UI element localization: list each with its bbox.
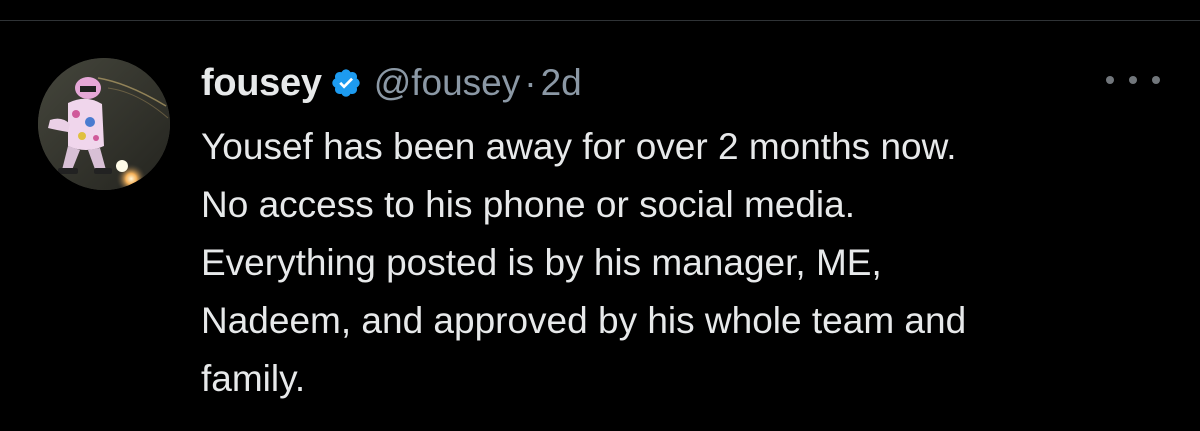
tweet-text-line: family. [201, 358, 306, 399]
ellipsis-dot [1152, 76, 1160, 84]
tweet-text-line: Nadeem, and approved by his whole team a… [201, 300, 967, 341]
more-options-ellipsis-icon[interactable] [1106, 65, 1160, 95]
avatar[interactable] [38, 58, 170, 190]
tweet-text-line: Everything posted is by his manager, ME, [201, 242, 882, 283]
tweet-text-line: No access to his phone or social media. [201, 184, 856, 225]
separator-dot: · [524, 62, 537, 103]
display-name[interactable]: fousey [201, 62, 322, 105]
timestamp[interactable]: 2d [541, 62, 582, 104]
ellipsis-dot [1129, 76, 1137, 84]
tweet[interactable]: fousey @fousey · 2d Yousef has been away… [0, 21, 1200, 431]
tweet-header: fousey @fousey · 2d [201, 55, 582, 111]
verified-badge-icon [330, 67, 362, 99]
tweet-text-line: Yousef has been away for over 2 months n… [201, 126, 957, 167]
ellipsis-dot [1106, 76, 1114, 84]
tweet-text: Yousef has been away for over 2 months n… [201, 118, 1181, 408]
handle[interactable]: @fousey [374, 62, 521, 104]
